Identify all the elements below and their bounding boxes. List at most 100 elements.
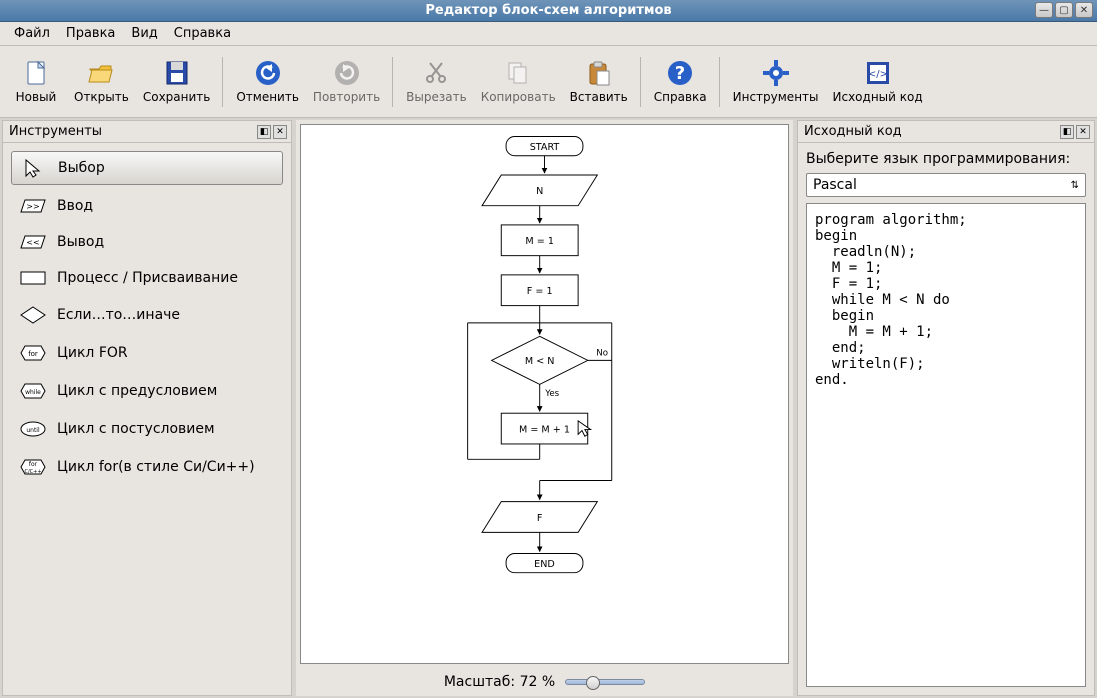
source-panel-header: Исходный код ◧ ✕: [798, 121, 1094, 143]
flow-decision-yes-label: Yes: [544, 389, 559, 399]
paste-icon: [585, 59, 613, 87]
tool-item-label: Цикл for(в стиле Си/Си++): [57, 459, 255, 475]
tool-item-label: Вывод: [57, 234, 104, 250]
toolbar-help-button[interactable]: ? Справка: [648, 52, 713, 112]
cursor-icon: [20, 158, 48, 178]
menu-view[interactable]: Вид: [125, 24, 163, 43]
svg-text:</>: </>: [867, 69, 887, 80]
toolbar-undo-label: Отменить: [236, 90, 299, 104]
toolbar-separator: [222, 57, 224, 107]
tool-item-if[interactable]: Если…то…иначе: [11, 299, 283, 331]
svg-text:while: while: [25, 389, 41, 396]
toolbar-help-label: Справка: [654, 90, 707, 104]
toolbar-redo-button: Повторить: [307, 52, 386, 112]
svg-text:C/C++: C/C++: [24, 469, 41, 475]
tool-item-label: Цикл с постусловием: [57, 421, 215, 437]
zoom-slider-thumb[interactable]: [586, 676, 600, 690]
source-code[interactable]: program algorithm; begin readln(N); M = …: [806, 203, 1086, 687]
flow-process-f1-label: F = 1: [527, 286, 553, 297]
tool-item-forc[interactable]: forC/C++ Цикл for(в стиле Си/Си++): [11, 451, 283, 483]
zoom-label: Масштаб: 72 %: [444, 674, 555, 690]
toolbar-separator: [719, 57, 721, 107]
until-icon: until: [19, 419, 47, 439]
toolbar-redo-label: Повторить: [313, 90, 380, 104]
svg-text:until: until: [26, 427, 40, 434]
toolbar-copy-label: Копировать: [481, 90, 556, 104]
toolbar-source-label: Исходный код: [833, 90, 923, 104]
panel-undock-icon[interactable]: ◧: [1060, 125, 1074, 139]
svg-text:for: for: [28, 350, 38, 358]
language-select[interactable]: Pascal ⇅: [806, 173, 1086, 197]
tool-item-output[interactable]: << Вывод: [11, 227, 283, 257]
tool-item-process[interactable]: Процесс / Присваивание: [11, 263, 283, 293]
tool-item-for[interactable]: for Цикл FOR: [11, 337, 283, 369]
tools-panel-title: Инструменты: [9, 124, 102, 139]
toolbar-source-button[interactable]: </> Исходный код: [827, 52, 929, 112]
tool-item-label: Процесс / Присваивание: [57, 270, 238, 286]
toolbar-cut-button: Вырезать: [400, 52, 473, 112]
flow-start-label: START: [530, 142, 560, 153]
tool-item-select[interactable]: Выбор: [11, 151, 283, 185]
tool-item-until[interactable]: until Цикл с постусловием: [11, 413, 283, 445]
tool-item-input[interactable]: >> Ввод: [11, 191, 283, 221]
source-panel-title: Исходный код: [804, 124, 902, 139]
source-panel: Исходный код ◧ ✕ Выберите язык программи…: [797, 120, 1095, 696]
toolbar-paste-label: Вставить: [570, 90, 628, 104]
flowchart-canvas[interactable]: START N M = 1 F = 1: [300, 124, 789, 664]
toolbar-paste-button[interactable]: Вставить: [564, 52, 634, 112]
toolbar-undo-button[interactable]: Отменить: [230, 52, 305, 112]
redo-icon: [333, 59, 361, 87]
menubar: Файл Правка Вид Справка: [0, 22, 1097, 46]
tools-list: Выбор >> Ввод << Вывод Процесс / Присваивание…: [3, 143, 291, 491]
toolbar-new-button[interactable]: Новый: [6, 52, 66, 112]
menu-edit[interactable]: Правка: [60, 24, 121, 43]
toolbar: Новый Открыть Сохранить Отменить Повторить Вы…: [0, 46, 1097, 118]
flow-end-label: END: [534, 559, 555, 570]
chevron-updown-icon: ⇅: [1071, 180, 1079, 191]
menu-help[interactable]: Справка: [168, 24, 237, 43]
toolbar-open-button[interactable]: Открыть: [68, 52, 135, 112]
menu-file[interactable]: Файл: [8, 24, 56, 43]
toolbar-open-label: Открыть: [74, 90, 129, 104]
maximize-button[interactable]: ▢: [1055, 2, 1073, 18]
close-button[interactable]: ✕: [1075, 2, 1093, 18]
zoom-slider[interactable]: [565, 679, 645, 685]
flow-decision-no-label: No: [596, 349, 608, 359]
tool-item-label: Цикл FOR: [57, 345, 128, 361]
toolbar-tools-button[interactable]: Инструменты: [727, 52, 825, 112]
svg-text:>>: >>: [26, 202, 39, 211]
canvas-panel: START N M = 1 F = 1: [296, 120, 793, 696]
flow-process-inc-label: M = M + 1: [519, 424, 570, 435]
minimize-button[interactable]: —: [1035, 2, 1053, 18]
forc-icon: forC/C++: [19, 457, 47, 477]
panel-undock-icon[interactable]: ◧: [257, 125, 271, 139]
svg-text:?: ?: [675, 63, 685, 84]
toolbar-new-label: Новый: [16, 90, 57, 104]
diamond-icon: [19, 305, 47, 325]
tools-panel: Инструменты ◧ ✕ Выбор >> Ввод << Вывод Процес…: [2, 120, 292, 696]
tools-panel-header: Инструменты ◧ ✕: [3, 121, 291, 143]
gear-icon: [762, 59, 790, 87]
help-icon: ?: [666, 59, 694, 87]
flow-process-m1-label: M = 1: [525, 236, 554, 247]
toolbar-separator: [392, 57, 394, 107]
tool-item-label: Если…то…иначе: [57, 307, 180, 323]
svg-text:<<: <<: [26, 238, 39, 247]
flow-output-f-label: F: [537, 513, 543, 524]
window-titlebar: Редактор блок-схем алгоритмов — ▢ ✕: [0, 0, 1097, 22]
toolbar-save-label: Сохранить: [143, 90, 211, 104]
flow-decision-label: M < N: [525, 356, 555, 367]
folder-open-icon: [87, 59, 115, 87]
toolbar-tools-label: Инструменты: [733, 90, 819, 104]
tool-item-label: Ввод: [57, 198, 93, 214]
tool-item-label: Цикл с предусловием: [57, 383, 217, 399]
language-label: Выберите язык программирования:: [806, 151, 1086, 167]
zoom-bar: Масштаб: 72 %: [296, 668, 793, 696]
tool-item-while[interactable]: while Цикл с предусловием: [11, 375, 283, 407]
io-out-icon: <<: [19, 233, 47, 251]
panel-close-icon[interactable]: ✕: [1076, 125, 1090, 139]
toolbar-copy-button: Копировать: [475, 52, 562, 112]
panel-close-icon[interactable]: ✕: [273, 125, 287, 139]
svg-text:for: for: [29, 461, 38, 468]
toolbar-save-button[interactable]: Сохранить: [137, 52, 217, 112]
